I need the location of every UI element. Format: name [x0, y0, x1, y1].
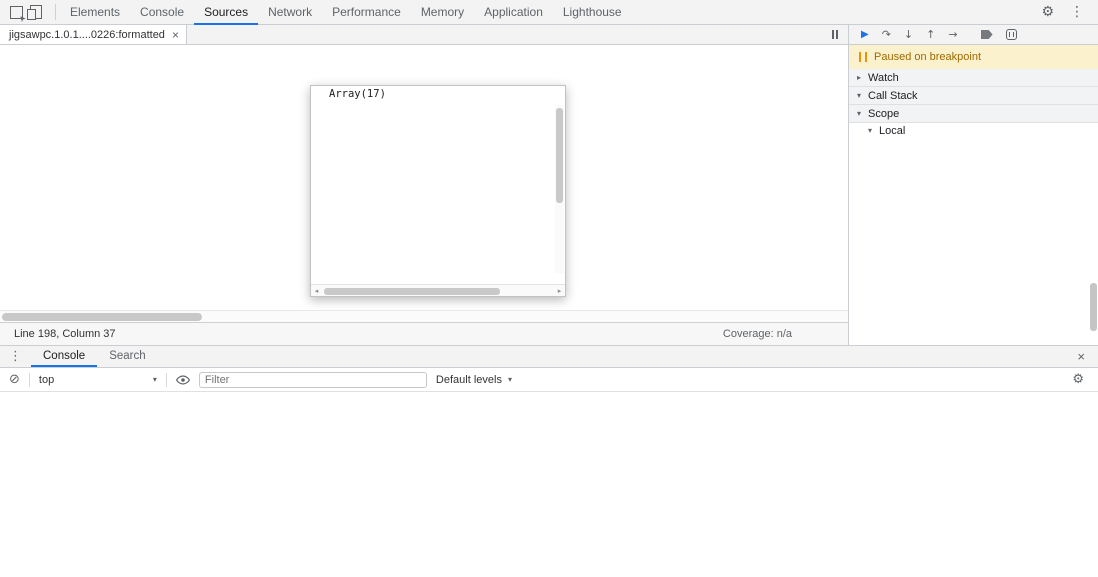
toolbar-divider	[166, 373, 167, 387]
deactivate-breakpoints-button[interactable]	[981, 30, 993, 39]
step-over-button[interactable]: ↷	[882, 29, 891, 40]
close-drawer-icon[interactable]: ×	[1064, 349, 1098, 364]
paused-banner: Paused on breakpoint	[849, 45, 1098, 69]
tab-elements[interactable]: Elements	[60, 0, 130, 25]
tab-console[interactable]: Console	[130, 0, 194, 25]
step-out-button[interactable]: ↑	[926, 29, 935, 40]
paused-message: Paused on breakpoint	[874, 51, 981, 63]
popup-title: Array(17)	[311, 86, 565, 103]
clear-console-icon[interactable]: ⊘	[9, 372, 20, 387]
expand-triangle-icon[interactable]: ▾	[854, 109, 864, 118]
coverage-status: Coverage: n/a	[723, 328, 792, 340]
object-preview-popup: Array(17) ◂ ▸	[310, 85, 566, 297]
devtools-toolbar: ElementsConsoleSourcesNetworkPerformance…	[0, 0, 1098, 25]
file-tab-bar: jigsawpc.1.0.1....0226:formatted ×	[0, 25, 848, 45]
call-stack-label: Call Stack	[868, 90, 918, 102]
sidebar-scrollbar[interactable]	[1090, 283, 1097, 331]
pause-icon	[859, 52, 867, 62]
step-button[interactable]: →	[948, 29, 957, 40]
debugger-sidebar: ▶ ↷ ↓ ↑ → Paused on breakpoint ▸ Watch ▾…	[848, 25, 1098, 345]
file-tab-title: jigsawpc.1.0.1....0226:formatted	[9, 29, 165, 41]
pause-on-exceptions-button[interactable]	[1006, 29, 1017, 40]
more-options-kebab-icon[interactable]: ⋮	[1070, 4, 1084, 20]
tab-performance[interactable]: Performance	[322, 0, 411, 25]
file-tab[interactable]: jigsawpc.1.0.1....0226:formatted ×	[0, 25, 187, 44]
navigator-toggle-icon[interactable]	[832, 30, 848, 39]
console-drawer: ⋮ Console Search × ⊘ top ▾ Default level…	[0, 345, 1098, 577]
devtools-tabs: ElementsConsoleSourcesNetworkPerformance…	[60, 0, 632, 25]
scope-group-label: Local	[879, 125, 905, 137]
resume-script-button[interactable]: ▶	[861, 30, 869, 40]
tab-network[interactable]: Network	[258, 0, 322, 25]
editor-hscroll-thumb[interactable]	[2, 313, 202, 321]
step-into-button[interactable]: ↓	[904, 29, 913, 40]
scope-label: Scope	[868, 108, 899, 120]
watch-section-header[interactable]: ▸ Watch	[849, 69, 1098, 87]
tab-console[interactable]: Console	[31, 346, 97, 367]
tab-search[interactable]: Search	[97, 346, 157, 367]
collapse-triangle-icon[interactable]: ▸	[854, 73, 864, 82]
console-toolbar: ⊘ top ▾ Default levels ▾ ⚙	[0, 368, 1098, 392]
scroll-right-icon[interactable]: ▸	[554, 287, 565, 295]
debugger-controls: ▶ ↷ ↓ ↑ →	[849, 25, 1098, 45]
context-selector[interactable]: top ▾	[39, 374, 157, 386]
tab-application[interactable]: Application	[474, 0, 553, 25]
context-selector-value: top	[39, 374, 54, 386]
eye-icon[interactable]	[176, 375, 190, 385]
tab-sources[interactable]: Sources	[194, 0, 258, 25]
popup-entries	[311, 103, 565, 273]
filter-input[interactable]	[199, 372, 427, 388]
scope-local-group[interactable]: ▾ Local	[849, 123, 1098, 138]
close-tab-icon[interactable]: ×	[172, 29, 179, 41]
tab-memory[interactable]: Memory	[411, 0, 474, 25]
watch-label: Watch	[868, 72, 899, 84]
scroll-left-icon[interactable]: ◂	[311, 287, 322, 295]
console-output	[0, 392, 1098, 577]
tab-lighthouse[interactable]: Lighthouse	[553, 0, 632, 25]
drawer-header: ⋮ Console Search ×	[0, 346, 1098, 368]
inspect-element-icon[interactable]	[10, 6, 23, 19]
chevron-down-icon: ▾	[153, 375, 157, 384]
toolbar-divider	[55, 4, 56, 20]
expand-triangle-icon[interactable]: ▾	[854, 91, 864, 100]
expand-triangle-icon[interactable]: ▾	[865, 126, 875, 135]
editor-horizontal-scrollbar[interactable]	[0, 310, 848, 322]
popup-hscroll-thumb[interactable]	[324, 288, 500, 295]
log-levels-dropdown[interactable]: Default levels ▾	[436, 374, 512, 386]
scope-section-header[interactable]: ▾ Scope	[849, 105, 1098, 123]
toolbar-divider	[29, 373, 30, 387]
drawer-menu-kebab-icon[interactable]: ⋮	[0, 349, 31, 364]
log-levels-value: Default levels	[436, 374, 502, 386]
popup-horizontal-scrollbar[interactable]: ◂ ▸	[311, 284, 565, 296]
chevron-down-icon: ▾	[508, 375, 512, 384]
code-editor[interactable]: Array(17) ◂ ▸	[0, 45, 848, 310]
console-settings-gear-icon[interactable]: ⚙	[1072, 372, 1089, 387]
sources-panel: jigsawpc.1.0.1....0226:formatted × Array…	[0, 25, 848, 345]
popup-vertical-scrollbar[interactable]	[555, 105, 564, 273]
editor-status-bar: Line 198, Column 37 Coverage: n/a	[0, 322, 848, 345]
settings-gear-icon[interactable]: ⚙	[1041, 4, 1054, 20]
device-toolbar-icon[interactable]	[30, 5, 42, 19]
call-stack-section-header[interactable]: ▾ Call Stack	[849, 87, 1098, 105]
cursor-position: Line 198, Column 37	[14, 328, 116, 340]
